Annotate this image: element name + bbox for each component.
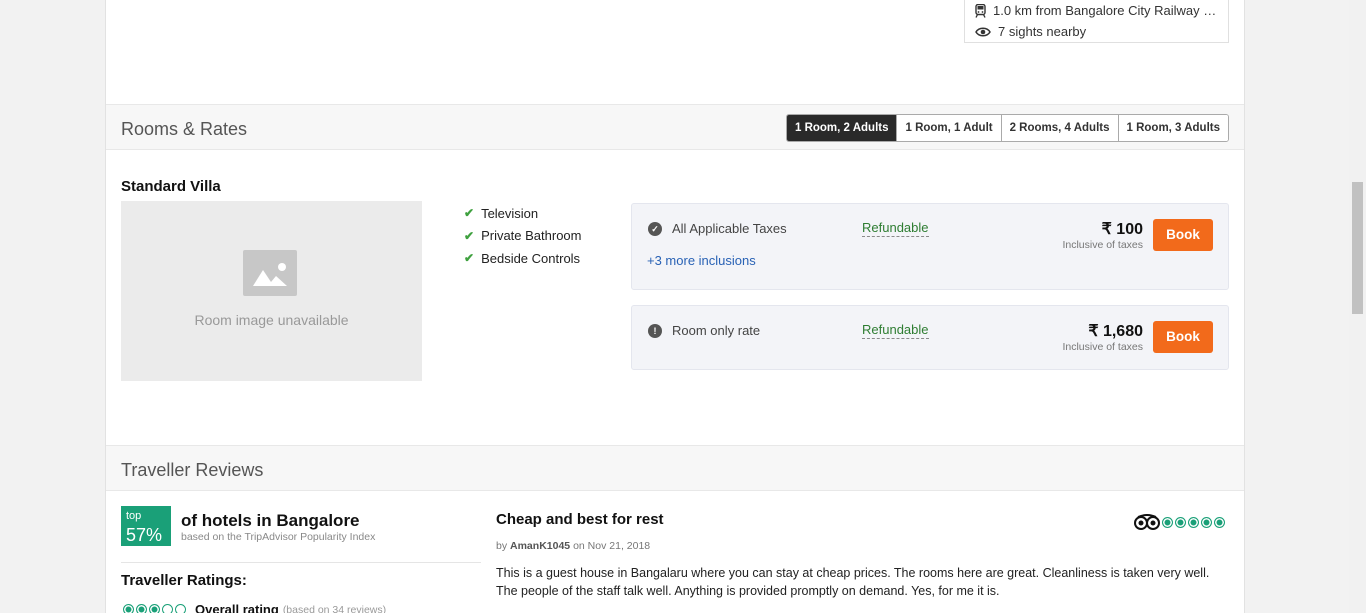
tax-note: Inclusive of taxes [1062,341,1143,353]
rate-card-all-taxes: ✓ All Applicable Taxes Refundable ₹ 100 … [631,203,1229,290]
check-icon: ✔ [464,228,475,243]
vertical-scrollbar[interactable] [1349,0,1366,613]
rating-circle-filled [149,604,160,613]
amenity-label: Television [481,205,539,221]
amenities-list: ✔ Television ✔ Private Bathroom ✔ Bedside C… [464,202,582,270]
book-button[interactable]: Book [1153,321,1213,353]
scrollbar-thumb[interactable] [1352,182,1363,314]
rating-circle-empty [162,604,173,613]
review-date-prefix: on [573,540,585,552]
rank-badge-top-label: top [126,510,142,522]
eye-icon [975,27,991,36]
sights-row: 7 sights nearby [975,21,1218,42]
rate-card-room-only: ! Room only rate Refundable ₹ 1,680 Incl… [631,305,1229,370]
amenity-label: Private Bathroom [481,228,582,244]
rate-name: All Applicable Taxes [672,221,787,236]
overall-rating-label: Overall rating [195,602,279,613]
amenity-item: ✔ Private Bathroom [464,225,582,248]
rating-circle-empty [175,604,186,613]
tax-note: Inclusive of taxes [1062,239,1143,251]
amenity-item: ✔ Television [464,202,582,225]
rank-badge-percent: 57% [126,525,163,545]
review-rating-circle [1162,516,1173,528]
room-name: Standard Villa [121,178,221,195]
room-image-placeholder[interactable]: Room image unavailable [121,201,422,381]
book-button[interactable]: Book [1153,219,1213,251]
review-title: Cheap and best for rest [496,511,664,528]
amenity-item: ✔ Bedside Controls [464,247,582,270]
traveller-ratings-title: Traveller Ratings: [121,572,247,589]
check-circle-icon: ✓ [648,222,662,236]
railway-distance-text: 1.0 km from Bangalore City Railway S... [993,3,1218,18]
traveller-reviews-header: Traveller Reviews [106,445,1244,491]
rate-price: ₹ 1,680 [1088,323,1143,340]
occupancy-tab-1-room-1-adult[interactable]: 1 Room, 1 Adult [896,115,1001,141]
rate-name: Room only rate [672,323,761,338]
info-circle-icon: ! [648,324,662,338]
check-icon: ✔ [464,251,475,266]
train-icon [975,3,986,18]
overall-rating-subtext: (based on 34 reviews) [282,603,387,613]
sights-text: 7 sights nearby [998,24,1087,39]
occupancy-tab-1-room-2-adults[interactable]: 1 Room, 2 Adults [786,115,897,141]
review-by-prefix: by [496,540,508,552]
popularity-rank-badge: top 57% [121,506,171,546]
review-author: AmanK1045 [510,540,571,552]
review-meta: by AmanK1045 on Nov 21, 2018 [496,540,650,552]
amenity-label: Bedside Controls [481,250,581,266]
overall-rating-row: Overall rating (based on 34 reviews) [121,602,386,613]
occupancy-tabs: 1 Room, 2 Adults 1 Room, 1 Adult 2 Rooms… [785,114,1229,142]
review-date: Nov 21, 2018 [587,540,651,552]
review-rating-circle [1201,516,1212,528]
divider [121,562,481,563]
check-icon: ✔ [464,206,475,221]
refundable-label[interactable]: Refundable [862,322,929,339]
rooms-rates-header: Rooms & Rates 1 Room, 2 Adults 1 Room, 1… [106,104,1244,150]
hotel-details-page: 1.0 km from Bangalore City Railway S... … [105,0,1245,613]
review-rating-circle [1175,516,1186,528]
location-info-box: 1.0 km from Bangalore City Railway S... … [964,0,1229,43]
rating-circle-filled [136,604,147,613]
traveller-reviews-title: Traveller Reviews [121,460,264,480]
rate-price: ₹ 100 [1101,221,1143,238]
tripadvisor-owl-icon [1134,514,1160,530]
occupancy-tab-1-room-3-adults[interactable]: 1 Room, 3 Adults [1117,115,1228,141]
review-rating [1134,514,1225,530]
more-inclusions-link[interactable]: +3 more inclusions [647,253,756,268]
rank-text: of hotels in Bangalore [181,511,360,530]
review-rating-circle [1188,516,1199,528]
overall-rating-circles [121,604,186,613]
occupancy-tab-2-rooms-4-adults[interactable]: 2 Rooms, 4 Adults [1000,115,1118,141]
room-image-unavailable-text: Room image unavailable [194,312,349,328]
refundable-label[interactable]: Refundable [862,220,929,237]
review-body: This is a guest house in Bangalaru where… [496,566,1210,598]
review-rating-circle [1214,516,1225,528]
railway-distance-row: 1.0 km from Bangalore City Railway S... [975,0,1218,21]
image-placeholder-icon [243,250,297,296]
rooms-rates-title: Rooms & Rates [121,119,248,139]
rating-circle-filled [123,604,134,613]
rank-subtext: based on the TripAdvisor Popularity Inde… [181,531,376,543]
